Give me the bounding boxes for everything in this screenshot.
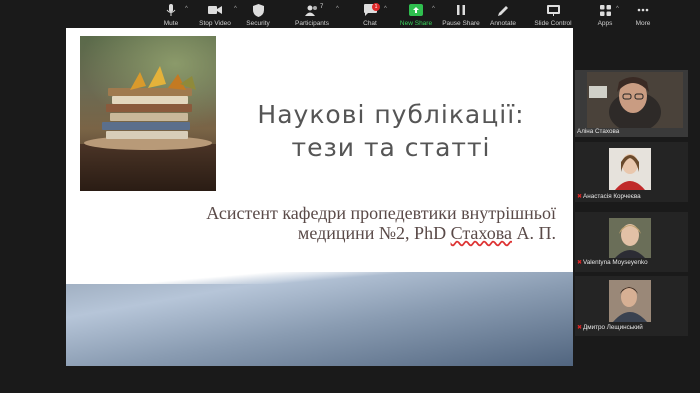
participant-avatar	[609, 280, 651, 322]
apps-button[interactable]: Apps	[596, 3, 614, 30]
microphone-icon	[164, 3, 178, 17]
pencil-icon	[496, 3, 510, 17]
stop-video-button[interactable]: Stop Video	[199, 3, 231, 30]
mute-options-caret[interactable]: ^	[185, 6, 188, 12]
slide-title: Наукові публікації: тези та статті	[216, 98, 566, 164]
pause-icon	[454, 3, 468, 17]
shield-icon	[251, 3, 265, 17]
more-dots-icon	[636, 3, 650, 17]
share-options-caret[interactable]: ^	[432, 6, 435, 12]
participants-button[interactable]: Participants	[295, 3, 329, 30]
shared-slide: Наукові публікації: тези та статті Асист…	[66, 28, 573, 366]
share-arrow-icon	[409, 3, 423, 17]
books-photo	[80, 36, 216, 191]
more-button[interactable]: More	[633, 3, 653, 30]
apps-options-caret[interactable]: ^	[616, 6, 619, 12]
slide-subtitle: Асистент кафедри пропедевтики внутрішньо…	[106, 203, 556, 243]
participants-count: 7	[320, 4, 324, 10]
participant-video	[587, 72, 683, 128]
participant-name: ✖Анастасія Корчеєва	[577, 193, 641, 200]
participant-name: ✖Дмитро Лещинський	[577, 324, 643, 331]
participants-icon	[305, 3, 319, 17]
mute-button[interactable]: Mute	[160, 3, 182, 30]
new-share-button[interactable]: New Share	[400, 3, 432, 30]
slide-title-line1: Наукові публікації:	[257, 100, 525, 129]
muted-mic-icon: ✖	[577, 260, 583, 266]
pause-share-button[interactable]: Pause Share	[442, 3, 480, 30]
slide-title-line2: тези та статті	[291, 133, 491, 162]
video-camera-icon	[208, 3, 222, 17]
participant-avatar	[609, 218, 651, 258]
meeting-toolbar: Mute ^ Stop Video ^ Security Participant…	[0, 0, 700, 31]
participants-options-caret[interactable]: ^	[336, 6, 339, 12]
slide-control-button[interactable]: Slide Control	[534, 3, 572, 30]
annotate-button[interactable]: Annotate	[490, 3, 516, 30]
muted-mic-icon: ✖	[577, 325, 583, 331]
muted-mic-icon: ✖	[577, 194, 583, 200]
chat-options-caret[interactable]: ^	[384, 6, 387, 12]
apps-icon	[598, 3, 612, 17]
slide-subtitle-line2: медицини №2, PhD Стахова А. П.	[297, 223, 556, 243]
participant-name: ✖Valentyna Moyseyenko	[577, 259, 648, 266]
slide-subtitle-line1: Асистент кафедри пропедевтики внутрішньо…	[206, 203, 556, 223]
participant-name: Аліна Стахова	[577, 128, 620, 135]
slide-control-icon	[546, 3, 560, 17]
video-options-caret[interactable]: ^	[234, 6, 237, 12]
slide-footer-band	[66, 272, 573, 366]
security-button[interactable]: Security	[246, 3, 270, 30]
participant-avatar	[609, 148, 651, 190]
chat-unread-badge: 1	[372, 3, 380, 11]
